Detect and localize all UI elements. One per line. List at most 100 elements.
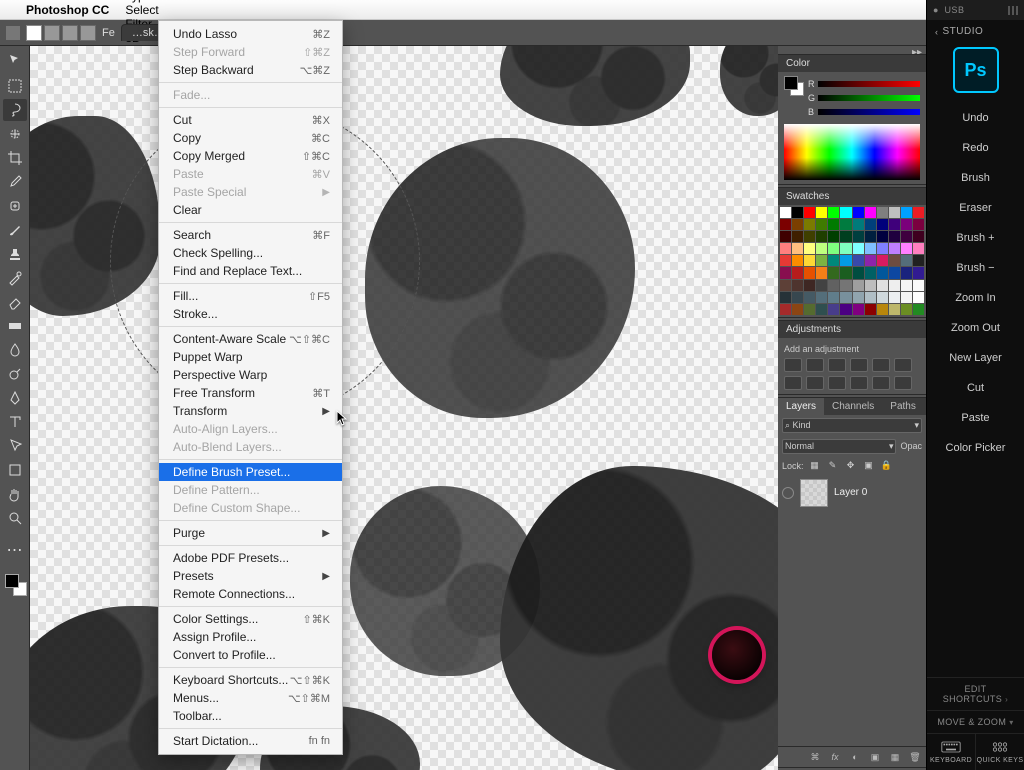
stamp-tool[interactable] <box>3 243 27 265</box>
swatch[interactable] <box>913 243 924 254</box>
path-select-tool[interactable] <box>3 435 27 457</box>
swatch[interactable] <box>853 280 864 291</box>
menu-item-clear[interactable]: Clear <box>159 201 342 219</box>
swatch[interactable] <box>780 255 791 266</box>
menu-item-transform[interactable]: Transform▶ <box>159 402 342 420</box>
foreground-color[interactable] <box>5 574 19 588</box>
studio-item-new-layer[interactable]: New Layer <box>927 343 1024 373</box>
swatch[interactable] <box>865 207 876 218</box>
layer-row[interactable]: Layer 0 <box>778 475 926 511</box>
swatch[interactable] <box>804 243 815 254</box>
swatch[interactable] <box>828 243 839 254</box>
swatch[interactable] <box>828 207 839 218</box>
swatch[interactable] <box>780 292 791 303</box>
swatch[interactable] <box>792 280 803 291</box>
layer-fx-icon[interactable]: fx <box>828 750 842 764</box>
menu-item-assign-profile[interactable]: Assign Profile... <box>159 628 342 646</box>
swatch[interactable] <box>901 219 912 230</box>
pen-tool[interactable] <box>3 387 27 409</box>
swatch[interactable] <box>889 292 900 303</box>
studio-item-color-picker[interactable]: Color Picker <box>927 433 1024 463</box>
lock-artboard-icon[interactable]: ▣ <box>862 459 876 473</box>
swatch[interactable] <box>901 267 912 278</box>
swatch[interactable] <box>828 304 839 315</box>
menu-item-puppet-warp[interactable]: Puppet Warp <box>159 348 342 366</box>
posterize-icon[interactable] <box>894 376 912 390</box>
swatch[interactable] <box>901 292 912 303</box>
photo-filter-icon[interactable] <box>806 376 824 390</box>
swatch[interactable] <box>804 267 815 278</box>
swatch[interactable] <box>889 219 900 230</box>
swatch[interactable] <box>780 219 791 230</box>
swatch[interactable] <box>853 267 864 278</box>
swatch[interactable] <box>877 280 888 291</box>
vibrance-icon[interactable] <box>872 358 890 372</box>
swatch[interactable] <box>913 231 924 242</box>
lock-paint-icon[interactable]: ✎ <box>826 459 840 473</box>
brush-tool[interactable] <box>3 219 27 241</box>
edit-shortcuts-header[interactable]: EDIT SHORTCUTS› <box>927 677 1024 710</box>
swatch[interactable] <box>804 292 815 303</box>
hand-tool[interactable] <box>3 483 27 505</box>
lock-all-icon[interactable]: 🔒 <box>880 459 894 473</box>
visibility-toggle[interactable] <box>782 487 794 499</box>
studio-header[interactable]: ‹STUDIO <box>927 20 1024 43</box>
quick-select-tool[interactable] <box>3 123 27 145</box>
swatch[interactable] <box>853 231 864 242</box>
swatch[interactable] <box>828 280 839 291</box>
r-slider[interactable] <box>818 81 920 87</box>
new-group-icon[interactable]: ▣ <box>868 750 882 764</box>
swatch[interactable] <box>816 292 827 303</box>
eraser-tool[interactable] <box>3 291 27 313</box>
new-layer-icon[interactable]: ▦ <box>888 750 902 764</box>
studio-item-zoom-out[interactable]: Zoom Out <box>927 313 1024 343</box>
swatch[interactable] <box>877 243 888 254</box>
swatch[interactable] <box>804 280 815 291</box>
swatch[interactable] <box>816 207 827 218</box>
bw-icon[interactable] <box>784 376 802 390</box>
menu-item-undo-lasso[interactable]: Undo Lasso⌘Z <box>159 25 342 43</box>
swatch[interactable] <box>865 280 876 291</box>
studio-item-cut[interactable]: Cut <box>927 373 1024 403</box>
eyedropper-tool[interactable] <box>3 171 27 193</box>
mixer-icon[interactable] <box>828 376 846 390</box>
menu-item-step-backward[interactable]: Step Backward⌥⌘Z <box>159 61 342 79</box>
type-tool[interactable] <box>3 411 27 433</box>
swatch[interactable] <box>853 219 864 230</box>
crop-tool[interactable] <box>3 147 27 169</box>
blur-tool[interactable] <box>3 339 27 361</box>
swatch[interactable] <box>901 243 912 254</box>
curves-icon[interactable] <box>828 358 846 372</box>
swatch[interactable] <box>804 207 815 218</box>
swatch[interactable] <box>877 292 888 303</box>
quick-keys-button[interactable]: QUICK KEYS <box>975 734 1024 770</box>
swatch[interactable] <box>780 304 791 315</box>
swatch[interactable] <box>865 255 876 266</box>
swatch[interactable] <box>840 207 851 218</box>
edit-toolbar-icon[interactable]: ⋯ <box>3 539 27 561</box>
marquee-tool[interactable] <box>3 75 27 97</box>
swatch[interactable] <box>889 207 900 218</box>
swatch[interactable] <box>853 292 864 303</box>
swatch[interactable] <box>913 255 924 266</box>
selection-mode-icons[interactable] <box>26 25 96 41</box>
menu-item-fill[interactable]: Fill...⇧F5 <box>159 287 342 305</box>
swatch[interactable] <box>780 267 791 278</box>
menu-item-start-dictation[interactable]: Start Dictation...fn fn <box>159 732 342 750</box>
swatch[interactable] <box>792 304 803 315</box>
menu-item-content-aware-scale[interactable]: Content-Aware Scale⌥⇧⌘C <box>159 330 342 348</box>
blend-mode-select[interactable]: Normal▾ <box>782 439 896 454</box>
swatch[interactable] <box>816 219 827 230</box>
swatch[interactable] <box>780 280 791 291</box>
menu-item-menus[interactable]: Menus...⌥⇧⌘M <box>159 689 342 707</box>
studio-item-zoom-in[interactable]: Zoom In <box>927 283 1024 313</box>
swatch[interactable] <box>889 304 900 315</box>
swatch[interactable] <box>792 231 803 242</box>
menu-item-color-settings[interactable]: Color Settings...⇧⌘K <box>159 610 342 628</box>
layer-thumb[interactable] <box>800 479 828 507</box>
lock-transparent-icon[interactable]: ▦ <box>808 459 822 473</box>
menu-select[interactable]: Select <box>117 3 176 17</box>
swatch[interactable] <box>792 255 803 266</box>
swatch[interactable] <box>865 292 876 303</box>
swatch[interactable] <box>853 243 864 254</box>
